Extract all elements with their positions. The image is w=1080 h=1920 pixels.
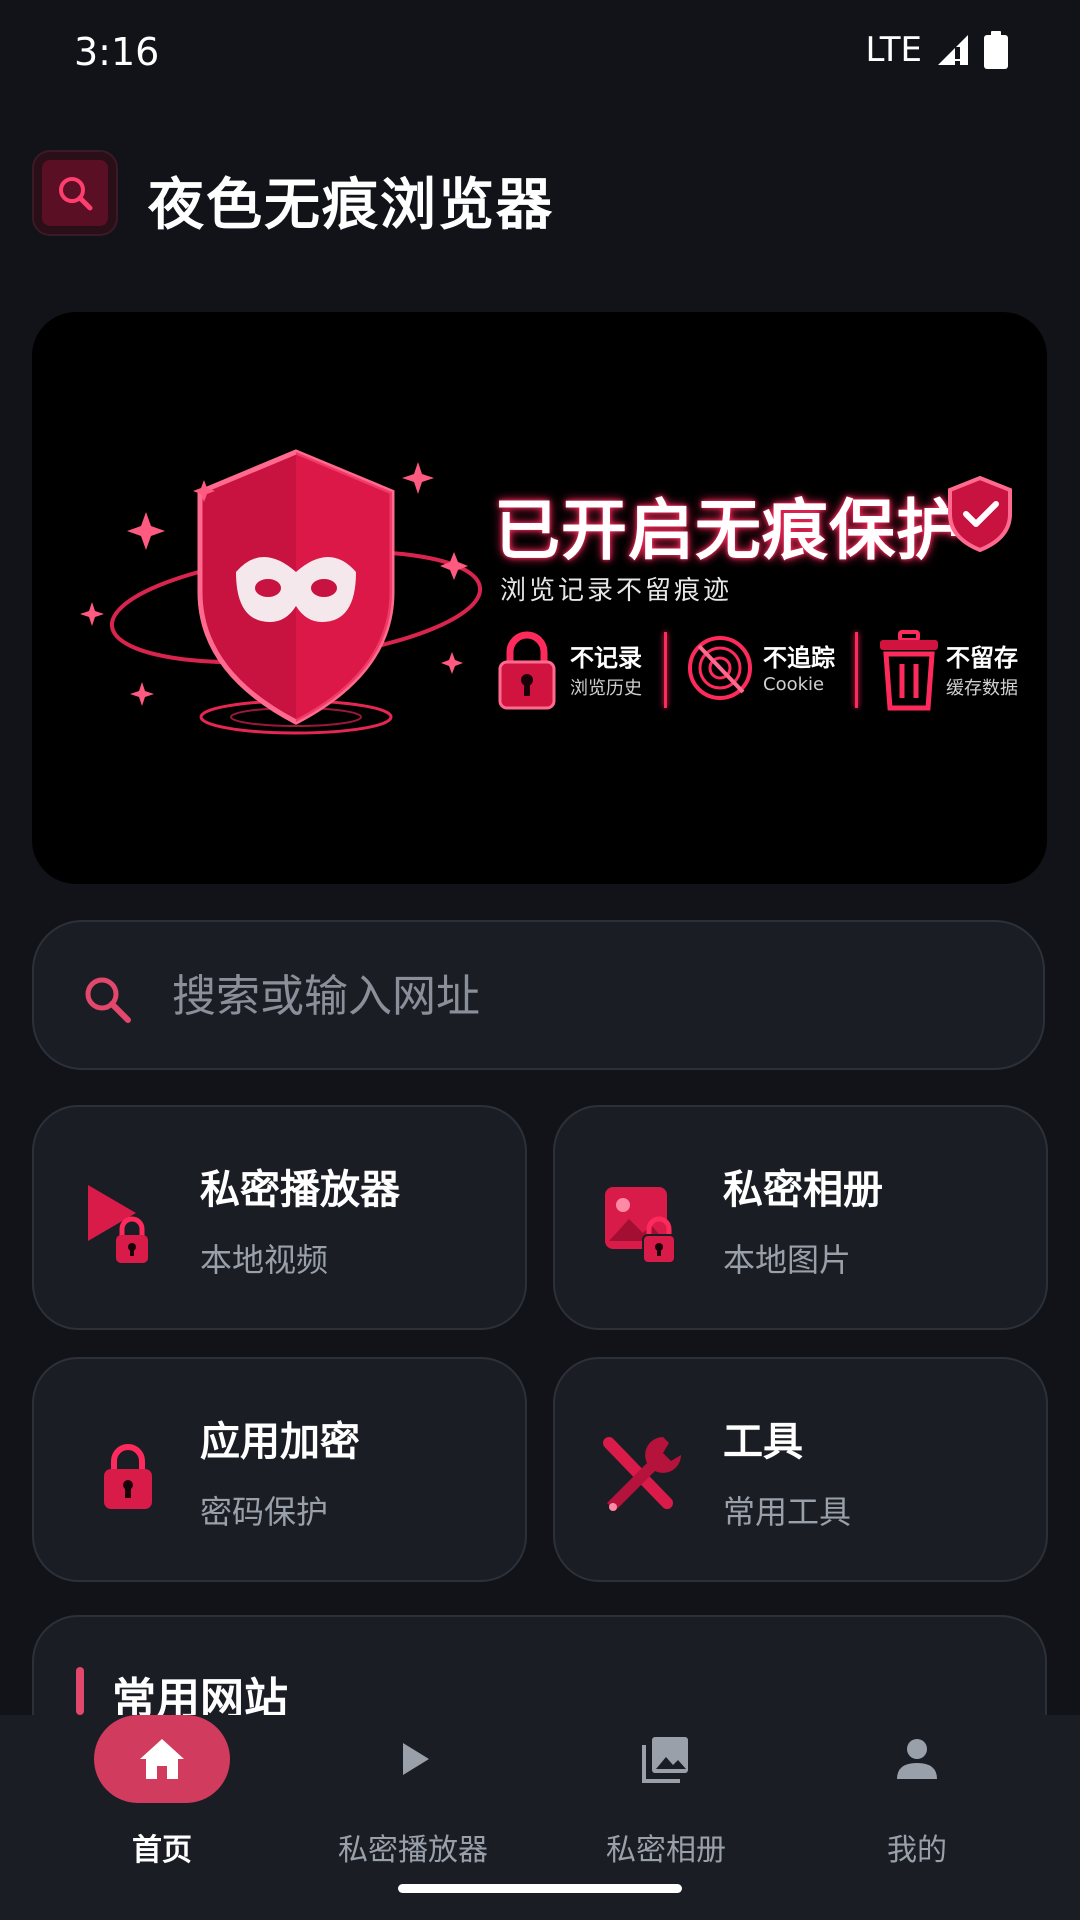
feature-no-cache: 不留存 缓存数据 — [876, 628, 1046, 728]
app-lock-icon — [104, 1444, 152, 1509]
card-private-player[interactable]: 私密播放器 本地视频 — [32, 1105, 527, 1330]
nav-label: 我的 — [887, 1833, 947, 1868]
status-time: 3:16 — [74, 30, 160, 74]
section-accent-bar — [76, 1667, 84, 1715]
status-bar: 3:16 LTE — [0, 0, 1080, 105]
banner-title: 已开启无痕保护 — [494, 492, 963, 569]
person-icon — [897, 1739, 937, 1779]
nav-home[interactable]: 首页 — [27, 1715, 297, 1920]
home-icon — [140, 1739, 184, 1779]
no-tracking-icon — [688, 636, 752, 700]
card-subtitle: 密码保护 — [200, 1493, 329, 1531]
search-icon — [85, 977, 131, 1023]
search-input[interactable] — [170, 964, 974, 1028]
gesture-home-bar[interactable] — [398, 1884, 682, 1893]
incognito-banner: 已开启无痕保护 浏览记录不留痕迹 不记录 浏览历史 不追踪 Cookie 不留存… — [32, 312, 1047, 884]
play-icon — [403, 1743, 429, 1775]
nav-profile[interactable]: 我的 — [782, 1715, 1052, 1920]
feature-title: 不留存 — [946, 644, 1018, 672]
feature-sub: 缓存数据 — [946, 678, 1018, 699]
nav-label: 首页 — [132, 1833, 192, 1868]
shield-mask-icon — [80, 449, 483, 735]
app-title: 夜色无痕浏览器 — [148, 173, 554, 238]
card-private-album[interactable]: 私密相册 本地图片 — [553, 1105, 1048, 1330]
card-title: 私密相册 — [723, 1167, 883, 1213]
nav-label: 私密播放器 — [338, 1833, 488, 1868]
banner-subtitle: 浏览记录不留痕迹 — [500, 576, 733, 606]
private-player-icon — [88, 1185, 148, 1263]
feature-no-record: 不记录 浏览历史 — [494, 628, 674, 728]
status-icons: LTE — [865, 30, 1008, 70]
network-type: LTE — [865, 30, 922, 70]
app-bar: 夜色无痕浏览器 — [0, 140, 1080, 255]
feature-title: 不记录 — [570, 644, 642, 672]
card-subtitle: 本地图片 — [723, 1241, 852, 1279]
card-title: 工具 — [723, 1419, 803, 1465]
signal-icon — [938, 35, 968, 65]
tools-icon — [603, 1437, 681, 1511]
nav-label: 私密相册 — [606, 1833, 726, 1868]
feature-divider — [664, 632, 667, 708]
card-title: 私密播放器 — [200, 1167, 400, 1213]
card-subtitle: 本地视频 — [200, 1241, 329, 1279]
trash-icon — [880, 630, 938, 711]
card-app-lock[interactable]: 应用加密 密码保护 — [32, 1357, 527, 1582]
search-bar[interactable] — [32, 920, 1045, 1070]
private-album-icon — [605, 1187, 676, 1264]
battery-icon — [984, 31, 1008, 69]
app-logo — [32, 150, 118, 236]
feature-sub: Cookie — [763, 674, 825, 695]
feature-no-tracking: 不追踪 Cookie — [687, 628, 867, 728]
card-subtitle: 常用工具 — [723, 1493, 852, 1531]
card-tools[interactable]: 工具 常用工具 — [553, 1357, 1048, 1582]
feature-divider — [855, 632, 858, 708]
lock-icon — [498, 631, 556, 710]
feature-sub: 浏览历史 — [570, 678, 642, 699]
photo-library-icon — [642, 1737, 688, 1783]
feature-title: 不追踪 — [763, 644, 835, 672]
card-title: 应用加密 — [200, 1419, 360, 1465]
shield-check-icon — [948, 475, 1012, 553]
search-logo-icon — [42, 160, 108, 226]
